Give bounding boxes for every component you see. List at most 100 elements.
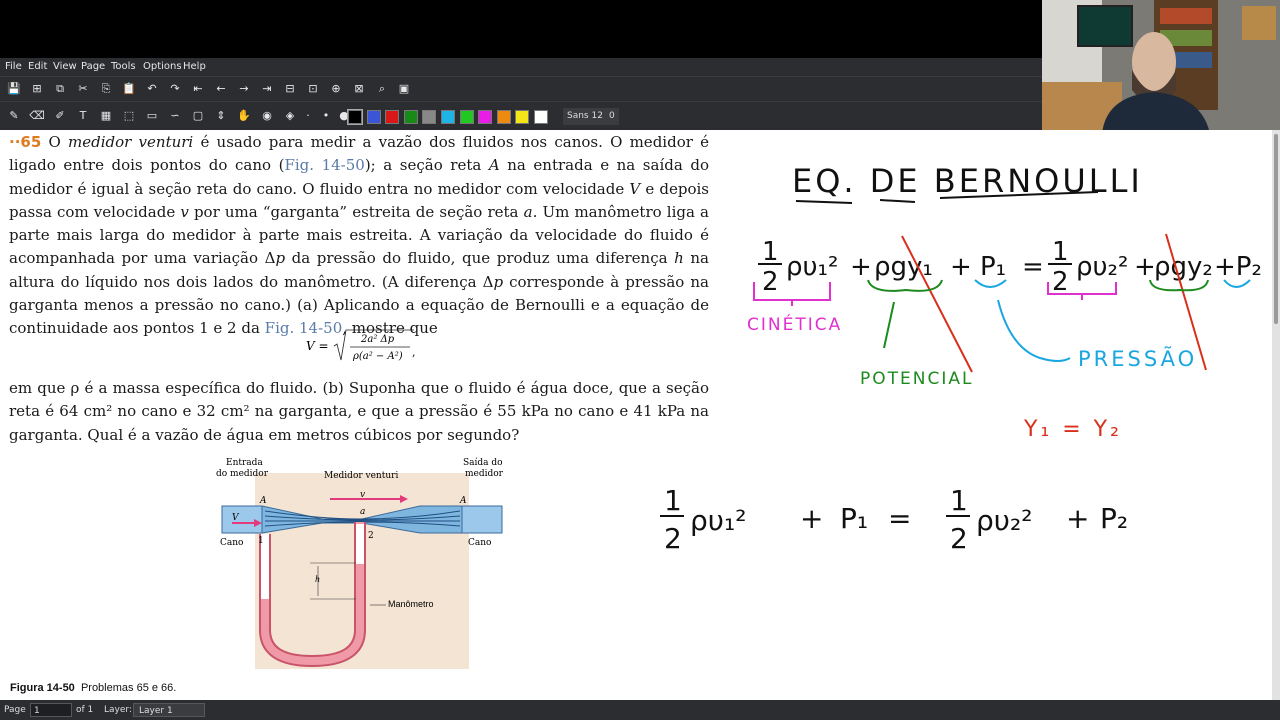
document-page[interactable]: ··65 O medidor venturi é usado para medi… <box>0 130 1272 700</box>
eraser-icon[interactable]: ⌫ <box>29 108 45 124</box>
svg-text:Entrada: Entrada <box>226 458 263 468</box>
svg-text:2: 2 <box>950 522 968 555</box>
label-potencial: POTENCIAL <box>860 369 973 389</box>
menu-edit[interactable]: Edit <box>28 61 47 72</box>
svg-text:+: + <box>950 252 972 282</box>
prev-page-icon[interactable]: ← <box>213 81 229 97</box>
select-region-icon[interactable]: ⬚ <box>121 108 137 124</box>
scrollbar-thumb[interactable] <box>1274 134 1278 324</box>
shape-recognizer-icon[interactable]: ◉ <box>259 108 275 124</box>
zoom-in-icon[interactable]: ⊕ <box>328 81 344 97</box>
svg-text:+: + <box>1066 502 1089 535</box>
font-selector[interactable]: Sans 12 0 <box>563 108 619 125</box>
svg-text:Cano: Cano <box>220 538 243 548</box>
highlighter-icon[interactable]: ✐ <box>52 108 68 124</box>
medium-dot-icon[interactable]: • <box>318 108 334 124</box>
image-icon[interactable]: ▦ <box>98 108 114 124</box>
svg-text:do medidor: do medidor <box>216 469 269 479</box>
svg-text:+: + <box>850 252 872 282</box>
text-icon[interactable]: T <box>75 108 91 124</box>
color-swatch[interactable] <box>385 110 400 124</box>
svg-text:P₂: P₂ <box>1100 502 1128 535</box>
label-pressao: PRESSÃO <box>1078 345 1197 371</box>
svg-text:medidor: medidor <box>465 469 504 479</box>
paste-icon[interactable]: 📋 <box>121 81 137 97</box>
svg-text:Cano: Cano <box>468 538 491 548</box>
duplicate-page-icon[interactable]: ⧉ <box>52 81 68 97</box>
cut-icon[interactable]: ✂ <box>75 81 91 97</box>
color-swatch[interactable] <box>347 109 363 125</box>
ruler-icon[interactable]: ▭ <box>144 108 160 124</box>
menu-tools[interactable]: Tools <box>111 61 136 72</box>
problem-text: ··65 O medidor venturi é usado para medi… <box>9 133 709 338</box>
vertical-scrollbar[interactable] <box>1272 130 1280 700</box>
color-swatch[interactable] <box>403 110 418 124</box>
svg-text:ρgy₂: ρgy₂ <box>1154 252 1213 282</box>
figure-link[interactable]: Fig. 14-50 <box>284 156 364 174</box>
svg-text:+P₂: +P₂ <box>1214 252 1262 282</box>
label-cinetica: CINÉTICA <box>747 313 842 335</box>
svg-text:A: A <box>459 496 467 506</box>
svg-text:ρgy₁: ρgy₁ <box>874 252 933 282</box>
lasso-icon[interactable]: ∽ <box>167 108 183 124</box>
next-page-icon[interactable]: → <box>236 81 252 97</box>
menu-file[interactable]: File <box>5 61 22 72</box>
color-swatch[interactable] <box>496 110 511 124</box>
pen-icon[interactable]: ✎ <box>6 108 22 124</box>
handwritten-equation-2: 1 2 ρυ₁² + P₁ = 1 2 ρυ₂² + P₂ <box>660 484 1128 555</box>
svg-text:Manômetro: Manômetro <box>388 599 434 609</box>
default-tool-icon[interactable]: ◈ <box>282 108 298 124</box>
menu-help[interactable]: Help <box>183 61 206 72</box>
menu-page[interactable]: Page <box>81 61 105 72</box>
new-page-icon[interactable]: ⊞ <box>29 81 45 97</box>
svg-text:=: = <box>888 502 911 535</box>
menu-view[interactable]: View <box>53 61 77 72</box>
color-swatch[interactable] <box>422 110 437 124</box>
color-swatch[interactable] <box>515 110 530 124</box>
svg-text:Medidor venturi: Medidor venturi <box>324 471 398 481</box>
main-toolbar: 💾 ⊞ ⧉ ✂ ⎘ 📋 ↶ ↷ ⇤ ← → ⇥ ⊟ ⊡ ⊕ ⊠ ⌕ ▣ <box>0 76 1042 101</box>
svg-text:P₁: P₁ <box>840 502 868 535</box>
page-label: Page <box>4 705 26 715</box>
search-icon[interactable]: ⌕ <box>374 81 390 97</box>
layer-select[interactable]: Layer 1 <box>133 703 205 717</box>
color-swatch[interactable] <box>478 110 493 124</box>
last-page-icon[interactable]: ⇥ <box>259 81 275 97</box>
first-page-icon[interactable]: ⇤ <box>190 81 206 97</box>
redo-icon[interactable]: ↷ <box>167 81 183 97</box>
svg-text:a: a <box>360 507 365 517</box>
problem-number: ··65 <box>9 133 42 151</box>
svg-text:1: 1 <box>762 237 779 267</box>
svg-text:ρυ₂²: ρυ₂² <box>1076 252 1128 282</box>
svg-text:ρυ₂²: ρυ₂² <box>976 504 1032 537</box>
tools-toolbar: Sans 12 0 ✎ ⌫ ✐ T ▦ ⬚ ▭ ∽ ▢ ⇕ ✋ ◉ ◈ · • ● <box>0 101 1042 130</box>
color-swatch[interactable] <box>366 110 381 124</box>
svg-text:Saída do: Saída do <box>463 457 503 468</box>
menu-bar: File Edit View Page Tools Options Help <box>0 58 1042 76</box>
svg-text:V =: V = <box>306 339 329 353</box>
handwritten-title: EQ. DE BERNOULLI <box>792 162 1143 200</box>
thin-dot-icon[interactable]: · <box>300 108 316 124</box>
vertical-space-icon[interactable]: ⇕ <box>213 108 229 124</box>
color-swatch[interactable] <box>441 110 455 124</box>
handwritten-equation-1: 12 ρυ₁² + ρgy₁ + P₁ = 12 ρυ₂² + ρgy₂ +P₂ <box>758 237 1262 297</box>
rect-select-icon[interactable]: ▢ <box>190 108 206 124</box>
insert-page-icon[interactable]: ⊡ <box>305 81 321 97</box>
layer-label: Layer: <box>104 705 132 715</box>
fullscreen-icon[interactable]: ▣ <box>396 81 412 97</box>
hand-icon[interactable]: ✋ <box>236 108 252 124</box>
color-swatch[interactable] <box>534 110 548 124</box>
copy-icon[interactable]: ⎘ <box>98 81 114 97</box>
color-swatch[interactable] <box>459 110 474 124</box>
label-y-equal: Y₁ = Y₂ <box>1023 417 1122 442</box>
page-total: of 1 <box>76 705 94 715</box>
svg-text:h: h <box>315 575 320 584</box>
svg-text:=: = <box>1022 252 1044 282</box>
save-icon[interactable]: 💾 <box>6 81 22 97</box>
undo-icon[interactable]: ↶ <box>144 81 160 97</box>
page-number-input[interactable]: 1 <box>30 703 72 717</box>
delete-page-icon[interactable]: ⊟ <box>282 81 298 97</box>
svg-text:+: + <box>800 502 823 535</box>
zoom-fit-icon[interactable]: ⊠ <box>351 81 367 97</box>
menu-options[interactable]: Options <box>143 61 182 72</box>
